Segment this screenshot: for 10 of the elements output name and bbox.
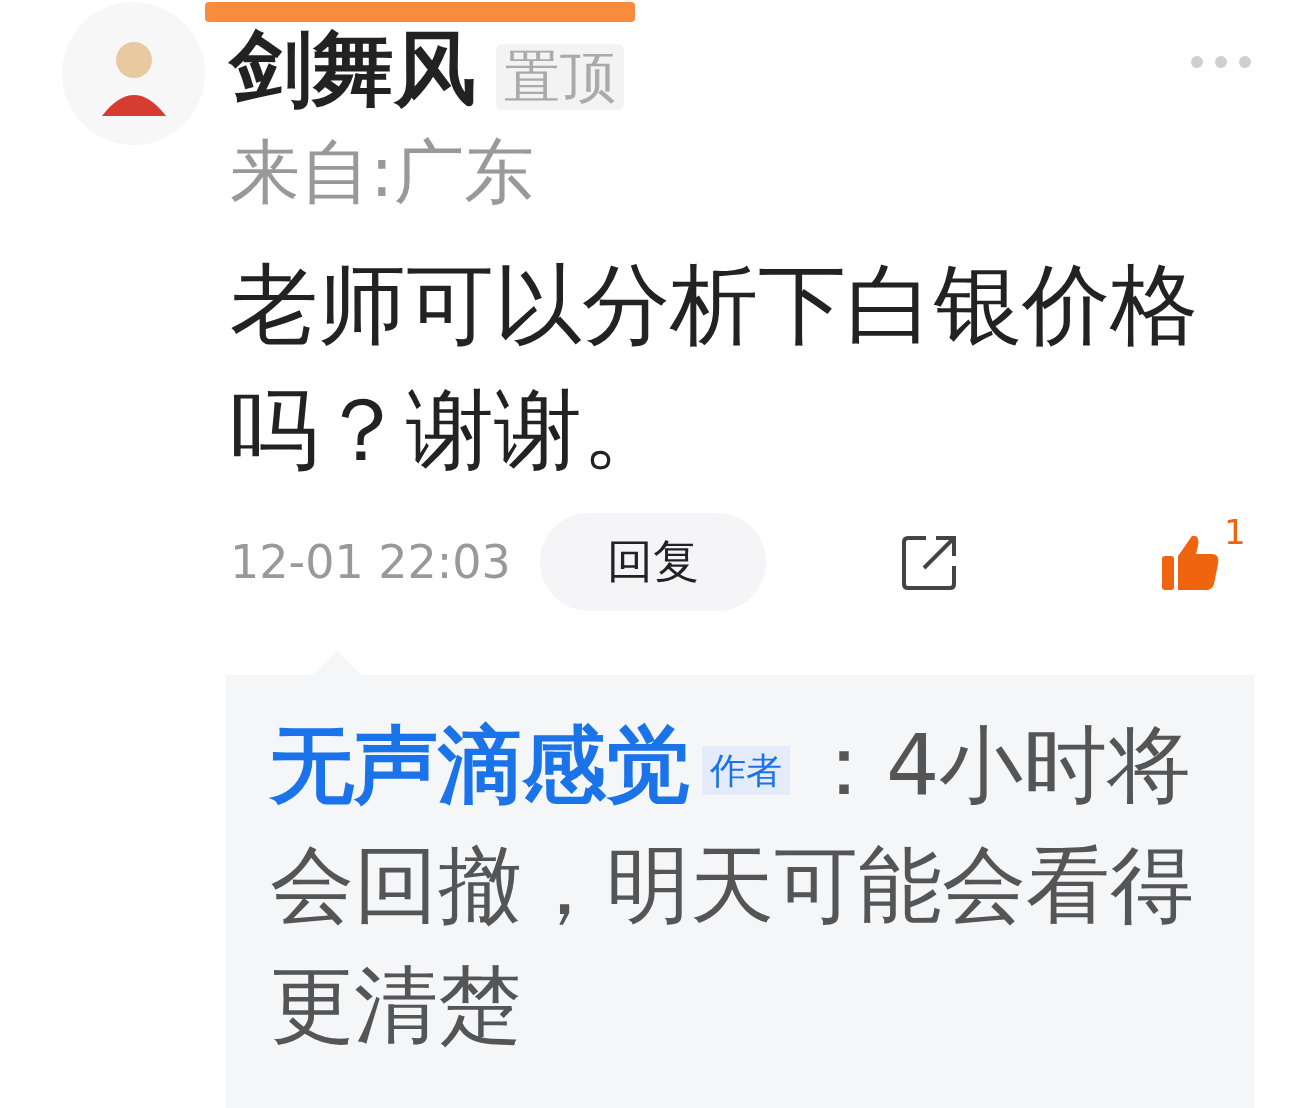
reply-text: 无声滴感觉 作者 ：4小时将会回撤，明天可能会看得更清楚	[270, 715, 1195, 1056]
author-tag: 作者	[702, 746, 790, 796]
like-count: 1	[1224, 512, 1246, 552]
pinned-tag: 置顶	[496, 44, 624, 110]
comment-text: 老师可以分析下白银价格吗？谢谢。	[230, 252, 1199, 483]
reply-author[interactable]: 无声滴感觉	[270, 716, 690, 814]
location-label: 来自:广东	[230, 132, 535, 212]
timestamp: 12-01 22:03	[230, 535, 512, 589]
reply-button[interactable]: 回复	[540, 513, 766, 611]
user-name[interactable]: 剑舞风	[230, 28, 476, 110]
